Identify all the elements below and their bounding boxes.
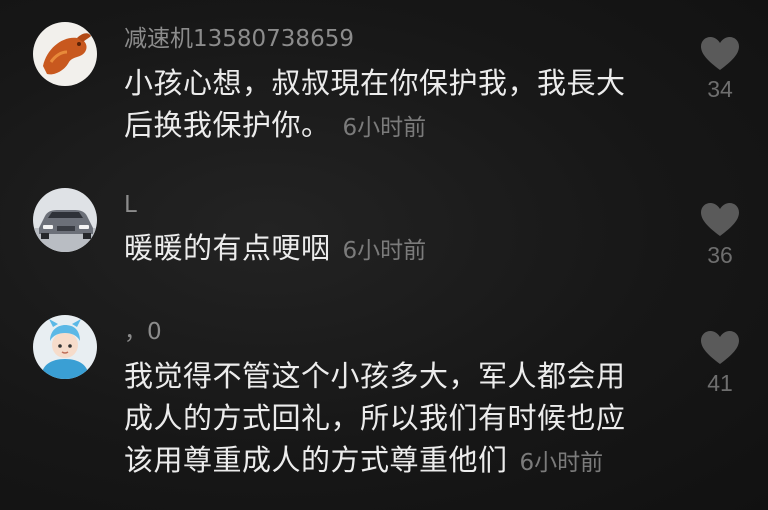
comment-text-line-content: 该用尊重成人的方式尊重他们 [124,443,508,477]
car-avatar-icon [33,188,97,252]
comment-username[interactable]: 减速机13580738659 [124,24,354,54]
comment-text-line: 我觉得不管这个小孩多大，军人都会用 [124,359,626,393]
user-avatar[interactable] [33,315,97,379]
comment-text: 我觉得不管这个小孩多大，军人都会用 成人的方式回礼，所以我们有时候也应 该用尊重… [124,355,664,484]
comment-text-line: 该用尊重成人的方式尊重他们 6小时前 [124,439,664,484]
comment-text-line: 后换我保护你。 6小时前 [124,104,664,149]
comment-text: 小孩心想，叔叔現在你保护我，我長大 后换我保护你。 6小时前 [124,62,664,149]
comment-text-line-content: 后换我保护你。 [124,108,331,142]
like-button[interactable]: 41 [690,330,750,397]
cartoon-person-avatar-icon [33,315,97,379]
heart-icon [701,37,739,70]
comment-text-line: 小孩心想，叔叔現在你保护我，我長大 [124,66,626,100]
like-count: 34 [707,76,733,102]
heart-icon [701,331,739,364]
comment-timestamp: 6小时前 [519,450,604,476]
comment-text-line: 成人的方式回礼，所以我们有时候也应 [124,401,626,435]
comment-timestamp: 6小时前 [342,238,427,264]
user-avatar[interactable] [33,22,97,86]
like-count: 36 [707,242,733,268]
roast-chicken-avatar-icon [33,22,97,86]
comment-list: 减速机13580738659 小孩心想，叔叔現在你保护我，我長大 后换我保护你。… [0,0,768,510]
like-count: 41 [707,370,733,396]
comment-text-line: 暖暖的有点哽咽 6小时前 [124,227,664,272]
like-button[interactable]: 36 [690,202,750,269]
comment-timestamp: 6小时前 [342,115,427,141]
user-avatar[interactable] [33,188,97,252]
comment-username[interactable]: L [124,190,137,220]
comment-username[interactable]: ，0 [124,317,162,347]
like-button[interactable]: 34 [690,36,750,103]
comment-text-line-content: 暖暖的有点哽咽 [124,231,331,265]
comment-text: 暖暖的有点哽咽 6小时前 [124,227,664,272]
heart-icon [701,203,739,236]
